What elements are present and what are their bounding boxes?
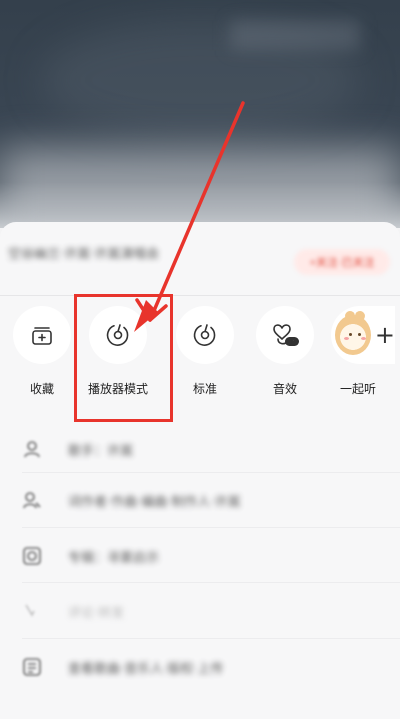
list-item-singer[interactable]: 歌手：许嵩 bbox=[22, 434, 382, 464]
divider bbox=[0, 295, 400, 296]
more-options-sheet bbox=[0, 222, 400, 719]
list-item-creators[interactable]: 词作者·作曲·编曲·制作人·许嵩 bbox=[22, 485, 382, 515]
listen-together-label: 一起听 bbox=[340, 382, 377, 396]
list-item-label: 专辑：寻雾启示 bbox=[68, 550, 160, 566]
quality-standard-label: 标准 bbox=[192, 382, 217, 396]
list-item-label: 查看歌曲·音乐人·版权·上传 bbox=[68, 661, 224, 677]
users-icon bbox=[23, 492, 41, 509]
follow-button[interactable]: +关注·已关注 bbox=[294, 249, 390, 275]
svg-text:ON: ON bbox=[287, 339, 297, 346]
list-item-report[interactable]: 查看歌曲·音乐人·版权·上传 bbox=[22, 652, 382, 682]
user-icon bbox=[24, 441, 40, 458]
list-item-album[interactable]: 专辑：寻雾启示 bbox=[22, 541, 382, 571]
sound-effect-on-icon: ON bbox=[256, 306, 314, 364]
avatar bbox=[335, 309, 371, 355]
song-title: 空谷幽兰·许嵩·许嵩演唱会 bbox=[8, 247, 160, 262]
sound-effects-label: 音效 bbox=[272, 382, 297, 396]
listen-together-avatar-icon: + bbox=[331, 306, 395, 364]
list-item-label: 词作者·作曲·编曲·制作人·许嵩 bbox=[68, 494, 241, 510]
list-item-label: 评论·转发 bbox=[68, 605, 125, 621]
divider bbox=[22, 472, 400, 473]
report-icon bbox=[23, 658, 41, 676]
list-item-comments[interactable]: 评论·转发 bbox=[22, 596, 382, 626]
list-item-label: 歌手：许嵩 bbox=[68, 443, 134, 459]
collect-button[interactable]: 收藏 bbox=[10, 306, 74, 397]
sound-effects-button[interactable]: ON 音效 bbox=[253, 306, 317, 397]
highlight-box bbox=[74, 294, 173, 422]
plus-icon: + bbox=[374, 321, 395, 349]
album-icon bbox=[23, 547, 41, 565]
player-background bbox=[0, 0, 400, 228]
divider bbox=[22, 582, 400, 583]
quality-standard-button[interactable]: 标准 bbox=[173, 306, 237, 397]
listen-together-button[interactable]: + 一起听 bbox=[327, 306, 399, 397]
chevron-icon bbox=[25, 604, 35, 617]
divider bbox=[22, 527, 400, 528]
vinyl-note-icon bbox=[176, 306, 234, 364]
collect-icon bbox=[13, 306, 71, 364]
divider bbox=[22, 638, 400, 639]
collect-label: 收藏 bbox=[29, 382, 54, 396]
